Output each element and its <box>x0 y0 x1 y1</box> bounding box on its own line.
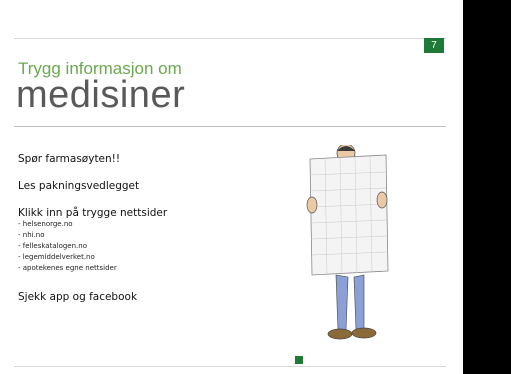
website-item: - legemiddelverket.no <box>18 253 95 261</box>
page-number-badge: 7 <box>424 38 444 53</box>
website-item: - apotekenes egne nettsider <box>18 264 117 272</box>
title-divider <box>14 126 446 127</box>
point-ask-pharmacist: Spør farmasøyten!! <box>18 153 121 165</box>
footer-green-marker <box>295 356 303 364</box>
point-safe-websites: Klikk inn på trygge nettsider <box>18 207 168 219</box>
website-list: - helsenorge.no - nhi.no - felleskatalog… <box>18 219 318 274</box>
bottom-divider <box>14 366 446 367</box>
point-read-leaflet: Les pakningsvedlegget <box>18 180 140 192</box>
website-item: - helsenorge.no <box>18 220 73 228</box>
website-item: - felleskatalogen.no <box>18 242 87 250</box>
point-check-app: Sjekk app og facebook <box>18 291 138 303</box>
person-holding-paper-illustration <box>306 145 389 340</box>
slide-title: medisiner <box>16 74 186 116</box>
website-item: - nhi.no <box>18 231 45 239</box>
slide-body: Spør farmasøyten!! Les pakningsvedlegget… <box>18 153 318 303</box>
presentation-slide: 7 Trygg informasjon om medisiner Spør fa… <box>0 0 463 374</box>
top-divider <box>14 38 446 39</box>
